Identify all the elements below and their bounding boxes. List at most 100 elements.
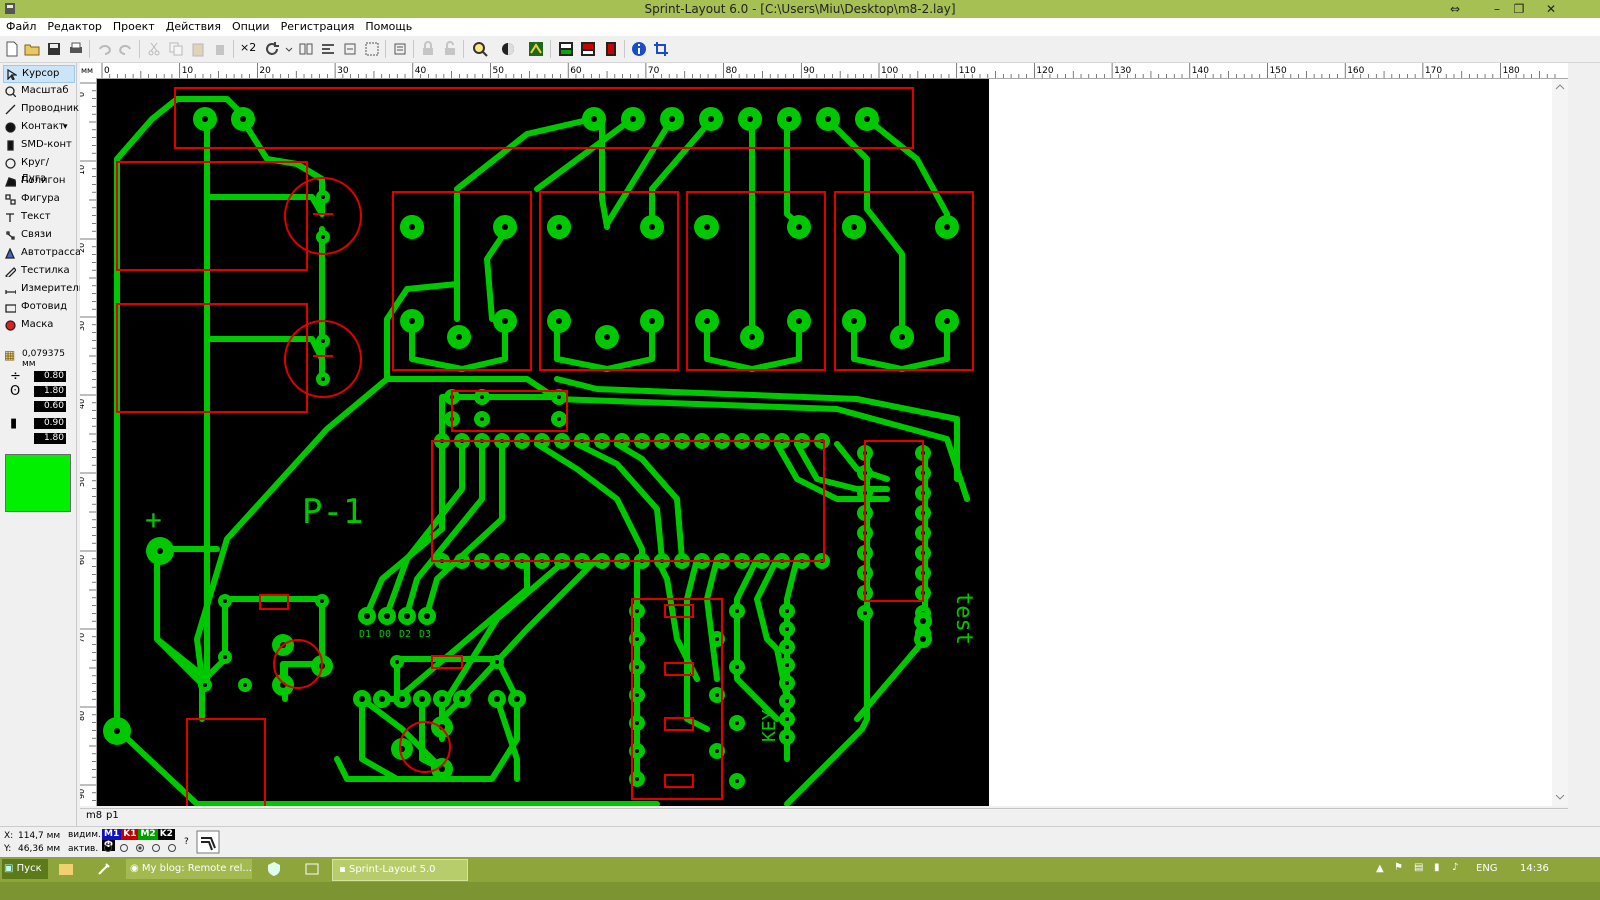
tool-pad[interactable]: Контакт ▾	[3, 119, 73, 135]
delete-icon[interactable]	[212, 41, 228, 57]
tool-mask[interactable]: Маска	[3, 317, 73, 333]
zoom-icon[interactable]	[472, 41, 488, 57]
tool-icon[interactable]	[96, 861, 112, 877]
explorer-icon[interactable]	[58, 862, 74, 876]
align-icon[interactable]	[320, 41, 336, 57]
chevron-down-icon[interactable]: ▾	[63, 119, 68, 135]
menu-file[interactable]: Файл	[0, 18, 41, 33]
layer-switch-icon[interactable]	[196, 830, 220, 854]
minimize-button[interactable]: –	[1486, 1, 1508, 17]
menu-actions[interactable]: Действия	[160, 18, 226, 33]
pad-hole	[399, 696, 405, 702]
tool-autoroute[interactable]: Автотрасса	[3, 245, 81, 261]
help-mark[interactable]: ?	[184, 837, 189, 847]
task-sprint-layout[interactable]: ▪ Sprint-Layout 5.0	[332, 859, 468, 881]
x-label: X:	[4, 831, 14, 841]
track-width-field[interactable]: 0.80	[34, 371, 66, 382]
start-button[interactable]: ▣ Пуск	[2, 859, 48, 879]
menu-project[interactable]: Проект	[107, 18, 160, 33]
tray-flag-icon[interactable]: ⚑	[1394, 862, 1403, 873]
tray-battery-icon[interactable]: ▮	[1434, 862, 1440, 873]
language-indicator[interactable]: ENG	[1476, 863, 1498, 874]
crop-icon[interactable]	[653, 41, 669, 57]
info-icon[interactable]	[631, 41, 647, 57]
pad-inner-field[interactable]: 0.60	[34, 401, 66, 412]
tool-measure[interactable]: Измеритель	[3, 281, 85, 297]
open-icon[interactable]	[24, 41, 40, 57]
layer-chip-m1[interactable]: M1	[102, 829, 122, 840]
ruler-top-label: 140	[1192, 66, 1209, 76]
pcb-drawing[interactable]: P-1 + test KEY D1 D0 D2 D3	[97, 79, 989, 810]
tray-volume-icon[interactable]: ♪	[1452, 862, 1458, 873]
tool-text[interactable]: Текст	[3, 209, 73, 225]
tool-shape[interactable]: Фигура	[3, 191, 73, 207]
layer-chip-k1[interactable]: K1	[121, 829, 139, 840]
ruler-top-label: 40	[415, 66, 427, 76]
task-browser[interactable]: ◉ My blog: Remote rel...	[126, 859, 252, 879]
duplicate-icon[interactable]: ×2	[240, 41, 260, 57]
vertical-scrollbar[interactable]	[1552, 79, 1568, 806]
shield-icon[interactable]	[266, 861, 282, 877]
menu-options[interactable]: Опции	[226, 18, 275, 33]
clock[interactable]: 14:36	[1520, 863, 1549, 874]
workspace-area[interactable]	[989, 79, 1552, 806]
layer-chip-m2[interactable]: M2	[138, 829, 158, 840]
pcb-icon[interactable]	[528, 41, 544, 57]
layer-radio-group[interactable]	[102, 843, 182, 853]
tool-tester[interactable]: Тестилка	[3, 263, 73, 279]
maximize-button[interactable]: ❐	[1508, 1, 1530, 17]
pad-hole	[649, 224, 655, 230]
macro-icon[interactable]	[603, 41, 619, 57]
tool-cursor[interactable]: Курсор	[3, 65, 75, 83]
group-icon[interactable]	[364, 41, 380, 57]
unlock-icon[interactable]	[442, 41, 458, 57]
tray-network-icon[interactable]: ▤	[1414, 862, 1423, 873]
tab-p1[interactable]: p1	[106, 810, 119, 821]
layer-color-swatch[interactable]	[5, 454, 71, 512]
tool-circle[interactable]: Круг/Дуга	[3, 155, 73, 184]
copy-icon[interactable]	[168, 41, 184, 57]
gerber-icon[interactable]	[580, 41, 596, 57]
save-icon[interactable]	[46, 41, 62, 57]
lock-icon[interactable]	[420, 41, 436, 57]
tray-arrow-icon[interactable]: ▲	[1376, 863, 1384, 874]
restore-arrows-icon[interactable]: ⇔	[1444, 1, 1466, 17]
smd-height-field[interactable]: 1.80	[34, 433, 66, 444]
grid-size[interactable]: ▦ 0,079375 мм	[4, 348, 76, 369]
tool-track[interactable]: Проводник	[3, 101, 79, 117]
layer-chip-k2[interactable]: K2	[157, 829, 175, 840]
drc-icon[interactable]	[558, 41, 574, 57]
menu-help[interactable]: Помощь	[359, 18, 417, 33]
view-icon[interactable]	[500, 41, 516, 57]
redo-icon[interactable]	[118, 41, 134, 57]
paste-icon[interactable]	[190, 41, 206, 57]
smd-width-field[interactable]: 0.90	[34, 418, 66, 429]
tool-zoom[interactable]: Масштаб	[3, 83, 73, 99]
new-file-icon[interactable]	[4, 41, 20, 57]
pad-hole	[735, 665, 739, 669]
tool-label: Текст	[21, 211, 51, 222]
rotate-icon[interactable]	[264, 41, 280, 57]
tool-connections[interactable]: Связи	[3, 227, 73, 243]
pcb-board[interactable]: P-1 + test KEY D1 D0 D2 D3	[97, 79, 989, 810]
ruler-top-label: 150	[1270, 66, 1287, 76]
cut-icon[interactable]	[146, 41, 162, 57]
properties-icon[interactable]	[392, 41, 408, 57]
arrange-icon[interactable]	[342, 41, 358, 57]
menu-editor[interactable]: Редактор	[41, 18, 107, 33]
tab-m8[interactable]: m8	[86, 810, 102, 821]
close-button[interactable]: ✕	[1540, 1, 1562, 17]
tool-smd-pad[interactable]: SMD-конт	[3, 137, 73, 153]
print-icon[interactable]	[68, 41, 84, 57]
pad-hole	[114, 728, 120, 734]
mirror-icon[interactable]	[298, 41, 314, 57]
tool-photoview[interactable]: Фотовид	[3, 299, 73, 315]
undo-icon[interactable]	[96, 41, 112, 57]
tool-polygon[interactable]: Полигон	[3, 173, 73, 189]
menu-registration[interactable]: Регистрация	[275, 18, 360, 33]
polygon-icon	[5, 177, 16, 187]
chevron-down-icon[interactable]	[284, 41, 294, 57]
pad-hole	[409, 318, 415, 324]
pad-outer-field[interactable]: 1.80	[34, 386, 66, 397]
window-icon[interactable]	[304, 861, 320, 877]
